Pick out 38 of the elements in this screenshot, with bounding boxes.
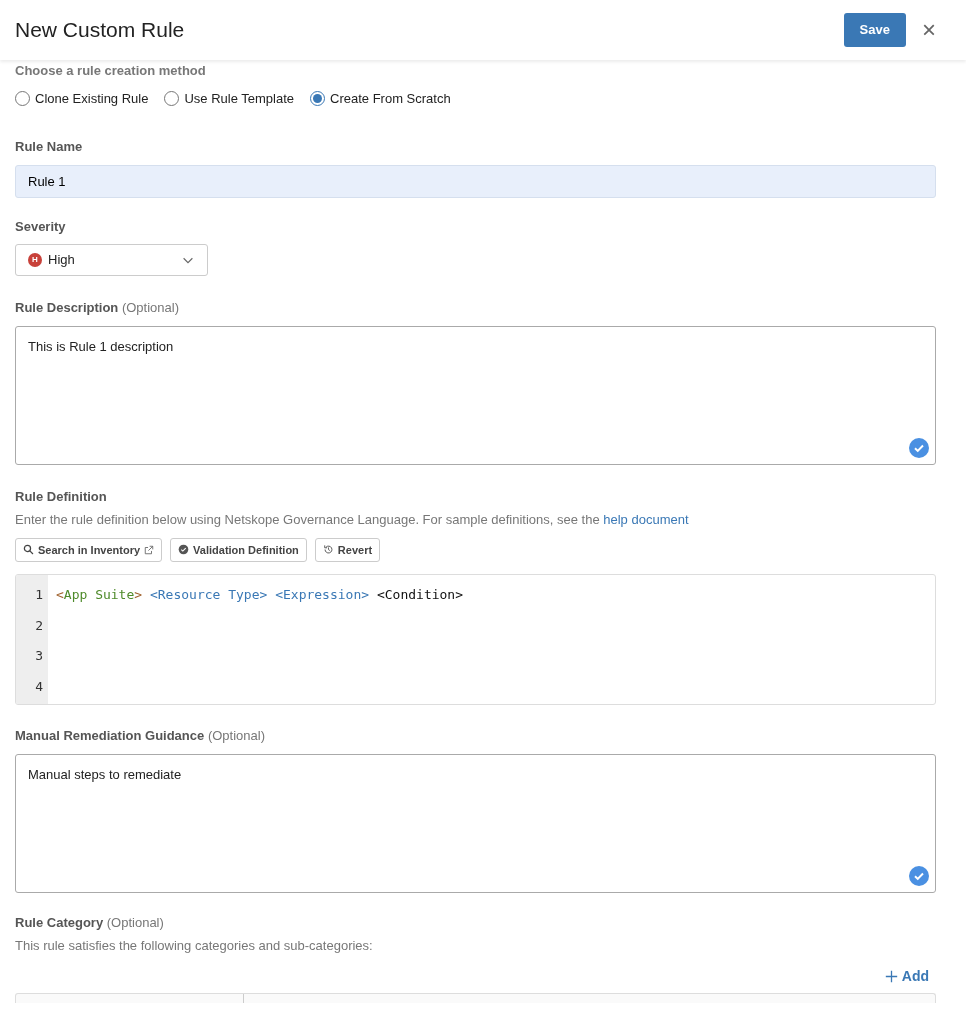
line-number: 4 [34,677,44,696]
toolbar-button[interactable]: Revert [314,537,381,562]
severity-badge: H [28,253,42,267]
plus-icon [884,969,898,983]
radio-option[interactable]: Clone Existing Rule [15,88,149,108]
save-button[interactable]: Save [843,13,906,47]
help-text: Enter the rule definition below using Netskope Governance Language. For sample definitions, see the help document [15,511,690,529]
close-button[interactable]: × [922,18,936,42]
code-line: <App Suite> <Resource Type> <Expression> <Condition> [56,586,464,604]
field-label: Rule Description (Optional) [15,299,180,317]
external-link-icon [144,544,155,555]
field-label: Manual Remediation Guidance (Optional) [15,727,266,745]
field-label: Rule Name [15,138,84,156]
toolbar-button[interactable]: Search in Inventory [15,537,163,562]
line-number: 3 [34,647,44,665]
line-number: 2 [34,616,44,635]
code-editor[interactable]: 1 2 3 4 <App Suite> <Resource Type> <Expression> <Condition> [15,574,936,705]
toolbar-button[interactable]: Validation Definition [170,537,307,562]
section-label: Choose a rule creation method [15,62,207,80]
line-number: 1 [34,586,44,604]
text-area[interactable]: This is Rule 1 description [15,325,936,465]
radio-option[interactable]: Use Rule Template [164,88,295,108]
add-button[interactable]: Add [884,965,929,987]
field-label: Rule Definition [15,487,108,506]
dialog-title: New Custom Rule [15,17,185,43]
help-link[interactable]: help document [603,512,689,527]
field-label: Rule Category (Optional) [15,913,165,932]
radio-option[interactable]: Create From Scratch [310,88,451,108]
field-label: Severity [15,217,67,236]
text-area-value: Manual steps to remediate [28,765,183,784]
severity-select[interactable]: H High [15,244,208,276]
help-text: This rule satisfies the following categories and sub-categories: [15,937,374,955]
check-circle-icon [178,544,190,556]
search-icon [23,544,34,556]
text-area[interactable]: Manual steps to remediate [15,753,936,893]
text-area-value: This is Rule 1 description [28,337,175,356]
rule-name-field[interactable]: Rule 1 [15,164,936,198]
history-icon [322,544,334,556]
